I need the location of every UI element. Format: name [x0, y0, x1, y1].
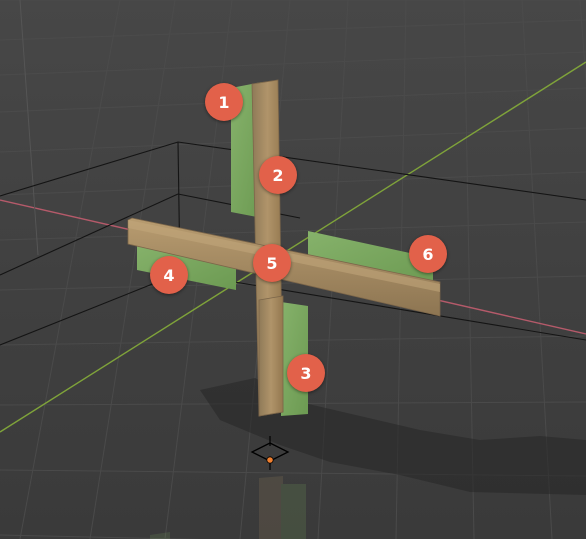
viewport-scene[interactable]: [0, 0, 586, 539]
annotation-marker-6[interactable]: 6: [409, 235, 447, 273]
3d-viewport[interactable]: 1 2 3 4 5 6: [0, 0, 586, 539]
annotation-marker-3[interactable]: 3: [287, 354, 325, 392]
annotation-marker-4[interactable]: 4: [150, 256, 188, 294]
annotation-marker-1[interactable]: 1: [205, 83, 243, 121]
annotation-marker-5[interactable]: 5: [253, 244, 291, 282]
wood-bar-vertical-front: [258, 295, 284, 417]
annotation-marker-2[interactable]: 2: [259, 156, 297, 194]
